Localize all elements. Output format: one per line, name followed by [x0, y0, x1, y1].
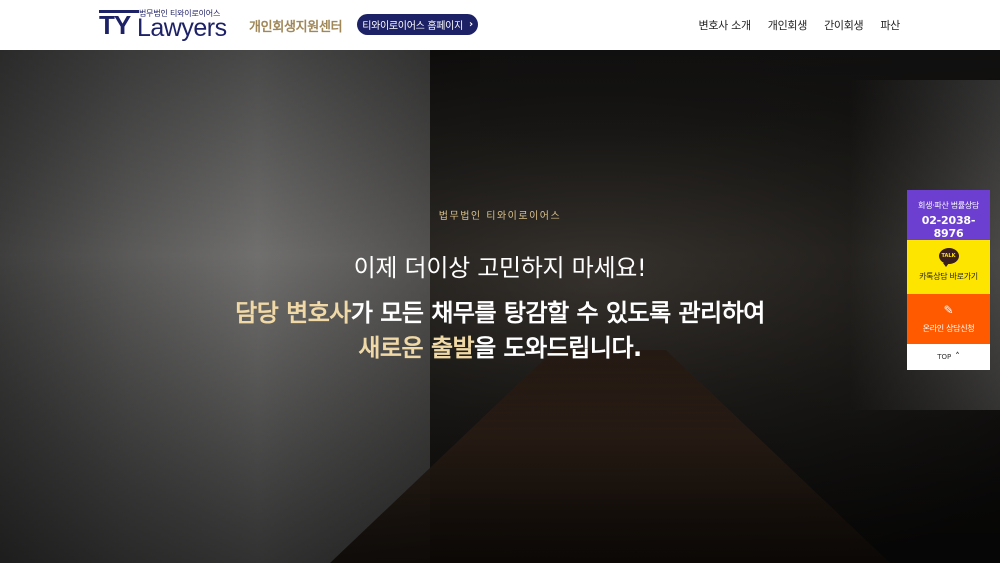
- hero-subline-2-text: 을 도와드립니다.: [474, 334, 642, 362]
- logo[interactable]: TY 법무법인 티와이로이어스 Lawyers: [99, 8, 239, 42]
- hero-highlight-lawyer: 담당 변호사: [235, 299, 351, 327]
- kakao-consult-label: 카톡상담 바로가기: [919, 272, 978, 281]
- scroll-top-button[interactable]: TOP ˄: [907, 344, 990, 370]
- phone-number: 02-2038-8976: [921, 214, 976, 240]
- hero-kicker: 법무법인 티와이로이어스: [438, 211, 562, 222]
- nav-item-bankruptcy[interactable]: 파산: [880, 17, 900, 33]
- nav-item-personal-rehab[interactable]: 개인회생: [768, 17, 808, 33]
- homepage-button-label: 티와이로이어스 홈페이지: [362, 21, 463, 32]
- site-header: TY 법무법인 티와이로이어스 Lawyers 개인회생지원센터 티와이로이어스…: [0, 0, 1000, 50]
- nav-item-simple-rehab[interactable]: 간이회생: [824, 17, 864, 33]
- center-name: 개인회생지원센터: [249, 20, 343, 35]
- chevron-right-icon: ›: [468, 19, 473, 30]
- logo-mark: TY: [99, 10, 131, 40]
- quick-menu: 회생·파산 법률상담 02-2038-8976 TALK 카톡상담 바로가기 ✎…: [907, 190, 990, 370]
- hero-subline-1: 담당 변호사가 모든 채무를 탕감할 수 있도록 관리하여: [0, 293, 1000, 328]
- kakao-consult-button[interactable]: TALK 카톡상담 바로가기: [907, 240, 990, 294]
- phone-consult-button[interactable]: 회생·파산 법률상담 02-2038-8976: [907, 190, 990, 240]
- pencil-icon: ✎: [943, 303, 954, 317]
- main-nav: 변호사 소개 개인회생 간이회생 파산: [699, 17, 901, 33]
- homepage-button[interactable]: 티와이로이어스 홈페이지 ›: [357, 14, 478, 35]
- hero-headline: 이제 더이상 고민하지 마세요!: [353, 254, 647, 282]
- chevron-up-icon: ˄: [955, 352, 960, 362]
- online-consult-button[interactable]: ✎ 온라인 상담신청: [907, 294, 990, 344]
- online-consult-label: 온라인 상담신청: [922, 324, 975, 333]
- nav-item-lawyer-intro[interactable]: 변호사 소개: [699, 17, 752, 33]
- scroll-top-label: TOP: [937, 353, 952, 361]
- kakao-talk-icon: TALK: [938, 248, 959, 267]
- hero-banner: 법무법인 티와이로이어스 이제 더이상 고민하지 마세요! 담당 변호사가 모든…: [0, 50, 1000, 563]
- hero-highlight-new-start: 새로운 출발: [358, 334, 475, 362]
- hero-subline-2: 새로운 출발을 도와드립니다.: [0, 328, 1000, 363]
- phone-consult-label: 회생·파산 법률상담: [918, 201, 979, 210]
- hero-subline-1-text: 가 모든 채무를 탕감할 수 있도록 관리하여: [350, 299, 766, 327]
- logo-main-text: Lawyers: [137, 14, 227, 42]
